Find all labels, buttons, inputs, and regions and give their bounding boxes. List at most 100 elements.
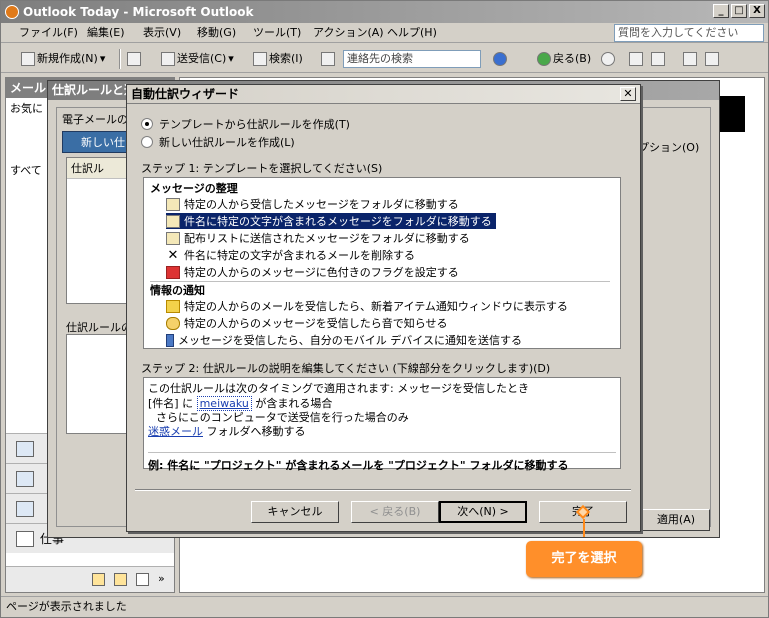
radio-blank-rule[interactable]: 新しい仕訳ルールを作成(L) (141, 134, 295, 150)
callout-select-finish: 完了を選択 (526, 541, 642, 577)
new-rule-button[interactable]: 新しい仕 (62, 131, 130, 153)
help-button[interactable] (493, 50, 507, 68)
printer-icon (127, 52, 141, 66)
all-folders-label: すべて (10, 164, 42, 177)
folder-move-icon (166, 214, 180, 228)
apply-button[interactable]: 適用(A) (642, 509, 710, 531)
new-button[interactable]: 新規作成(N) ▾ (21, 50, 105, 68)
template-item[interactable]: 特定の人からのメールを受信したら、新着アイテム通知ウィンドウに表示する (166, 298, 572, 314)
menu-actions[interactable]: アクション(A) (313, 25, 384, 41)
radio-from-template-label: テンプレートから仕訳ルールを作成(T) (159, 118, 350, 131)
outlook-app-icon (5, 5, 19, 19)
menu-go[interactable]: 移動(G) (197, 25, 236, 41)
target-folder-link[interactable]: 迷惑メール (148, 425, 203, 438)
chevron-down-icon: ▾ (99, 52, 106, 65)
template-item[interactable]: メッセージを受信したら、自分のモバイル デバイスに通知を送信する (166, 332, 526, 348)
rule-description-editor: この仕訳ルールは次のタイミングで適用されます: メッセージを受信したとき [件名… (143, 377, 621, 472)
template-separator (150, 281, 610, 282)
options-button[interactable]: プション(O) (638, 139, 699, 155)
rule-description-box (66, 334, 130, 434)
template-group-notify: 情報の通知 (150, 284, 205, 297)
refresh-button[interactable] (651, 50, 665, 68)
menu-help[interactable]: ヘルプ(H) (387, 25, 437, 41)
menu-edit[interactable]: 編集(E) (87, 25, 125, 41)
folder-move-icon (166, 197, 180, 211)
contact-search-input[interactable]: 連絡先の検索 (343, 50, 481, 68)
mail-icon (16, 440, 34, 457)
close-button[interactable]: X (749, 4, 765, 18)
template-list[interactable]: メッセージの整理 特定の人から受信したメッセージをフォルダに移動する 件名に特定… (143, 177, 621, 349)
stop-button[interactable] (629, 50, 643, 68)
send-receive-button[interactable]: 送受信(C) ▾ (161, 50, 234, 68)
title-bar: Outlook Today - Microsoft Outlook (1, 1, 768, 23)
address-book-button[interactable] (321, 50, 335, 68)
menu-file[interactable]: ファイル(F) (19, 25, 78, 41)
configure-buttons-icon[interactable]: » (158, 572, 165, 585)
template-item-label: 件名に特定の文字が含まれるメールを削除する (184, 249, 415, 262)
rules-tab-email[interactable]: 電子メールの (62, 111, 128, 127)
mobile-device-icon (166, 333, 174, 347)
desc-line-move: 迷惑メール フォルダへ移動する (148, 423, 306, 439)
maximize-button[interactable]: □ (731, 4, 747, 18)
rules-list[interactable]: 仕訳ル (66, 157, 130, 304)
distribution-list-icon (166, 231, 180, 245)
contacts-icon (16, 500, 34, 517)
radio-button-selected[interactable] (141, 118, 153, 130)
template-item[interactable]: 特定の人から受信したメッセージをフォルダに移動する (166, 196, 463, 212)
back-button[interactable]: 戻る(B) (537, 50, 591, 68)
home-button[interactable] (683, 50, 697, 68)
sound-bell-icon (166, 316, 180, 330)
back-label: 戻る(B) (553, 52, 592, 65)
template-item-label: メッセージを受信したら、自分のモバイル デバイスに通知を送信する (178, 334, 522, 347)
back-arrow-icon (537, 52, 551, 66)
template-item[interactable]: 配布リストに送信されたメッセージをフォルダに移動する (166, 230, 474, 246)
send-receive-icon (161, 52, 175, 66)
rule-description-label: 仕訳ルールの (66, 321, 132, 334)
help-search-input[interactable]: 質問を入力してください (614, 24, 764, 42)
template-item[interactable]: 特定の人からのメッセージを受信したら音で知らせる (166, 315, 452, 331)
refresh-icon (651, 52, 665, 66)
forward-button[interactable] (601, 50, 615, 68)
find-button[interactable]: 検索(I) (253, 50, 303, 68)
radio-from-template[interactable]: テンプレートから仕訳ルールを作成(T) (141, 116, 350, 132)
folder-list-icon[interactable] (114, 573, 127, 586)
template-item-label: 件名に特定の文字が含まれるメッセージをフォルダに移動する (184, 215, 492, 228)
shortcuts-icon[interactable] (136, 573, 149, 586)
send-receive-label: 送受信(C) (177, 52, 227, 65)
radio-button[interactable] (141, 136, 153, 148)
desc-move-suffix: フォルダへ移動する (206, 425, 306, 438)
next-button[interactable]: 次へ(N) > (439, 501, 527, 523)
template-item-selected[interactable]: 件名に特定の文字が含まれるメッセージをフォルダに移動する (166, 213, 496, 229)
desc-line-timing: この仕訳ルールは次のタイミングで適用されます: メッセージを受信したとき (148, 382, 529, 395)
template-item[interactable]: ✕ 件名に特定の文字が含まれるメールを削除する (166, 247, 419, 263)
magnifier-icon (705, 52, 719, 66)
home-icon (683, 52, 697, 66)
back-button[interactable]: < 戻る(B) (351, 501, 439, 523)
calendar-icon (16, 470, 34, 487)
alert-star-icon (166, 299, 180, 313)
stop-icon (629, 52, 643, 66)
step1-label: ステップ 1: テンプレートを選択してください(S) (141, 162, 383, 175)
address-book-icon (321, 52, 335, 66)
minimize-button[interactable]: _ (713, 4, 729, 18)
help-icon (493, 52, 507, 66)
toolbar-separator (119, 49, 121, 69)
template-item-label: 特定の人からのメッセージに色付きのフラグを設定する (184, 266, 459, 279)
menu-view[interactable]: 表示(V) (143, 25, 181, 41)
task-check-icon (16, 530, 34, 547)
template-group-organize: メッセージの整理 (150, 182, 238, 195)
rules-wizard-dialog: 自動仕訳ウィザード ✕ テンプレートから仕訳ルールを作成(T) 新しい仕訳ルール… (126, 84, 641, 532)
wizard-title: 自動仕訳ウィザード (127, 85, 640, 104)
print-button[interactable] (127, 50, 141, 68)
new-button-label: 新規作成(N) (37, 52, 98, 65)
web-search-button[interactable] (705, 50, 719, 68)
menu-tools[interactable]: ツール(T) (253, 25, 301, 41)
callout-line (583, 519, 585, 537)
window-title: Outlook Today - Microsoft Outlook (23, 5, 254, 19)
forward-arrow-icon (601, 52, 615, 66)
wizard-close-button[interactable]: ✕ (620, 87, 636, 101)
notes-icon[interactable] (92, 573, 105, 586)
cancel-button[interactable]: キャンセル (251, 501, 339, 523)
template-item[interactable]: 特定の人からのメッセージに色付きのフラグを設定する (166, 264, 463, 280)
template-item-label: 特定の人からのメールを受信したら、新着アイテム通知ウィンドウに表示する (184, 300, 568, 313)
